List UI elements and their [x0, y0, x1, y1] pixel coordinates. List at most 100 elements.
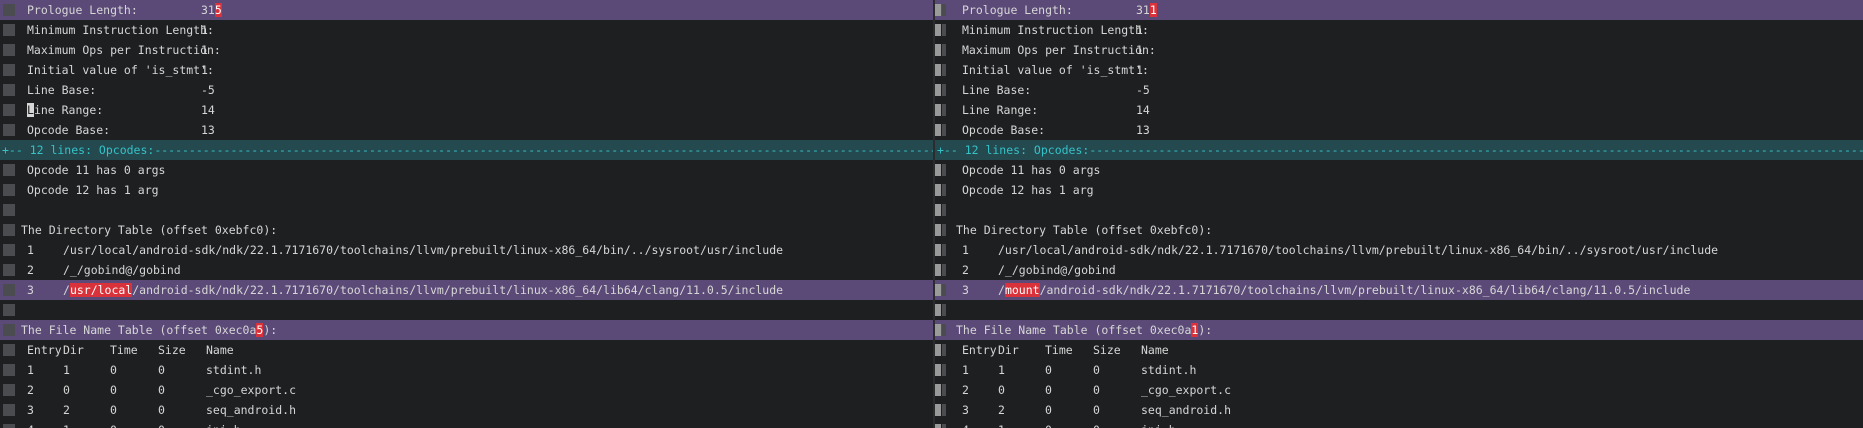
file-table-row[interactable]: 2 0 0 0 _cgo_export.c: [935, 380, 1863, 400]
right-pane[interactable]: Prologue Length: 311 Minimum Instruction L…: [935, 0, 1863, 428]
directory-entry[interactable]: 3/mount/android-sdk/ndk/22.1.7171670/too…: [935, 280, 1863, 300]
fold-gutter-icon[interactable]: [3, 304, 15, 316]
fold-gutter-icon[interactable]: [3, 24, 15, 36]
opcode-line[interactable]: Opcode 11 has 0 args: [0, 160, 933, 180]
file-table-header[interactable]: Entry Dir Time Size Name: [935, 340, 1863, 360]
file-table-row[interactable]: 1 1 0 0 stdint.h: [0, 360, 933, 380]
header-line[interactable]: Minimum Instruction Length: 1: [935, 20, 1863, 40]
opcode-text: Opcode 12 has 1 arg: [962, 183, 1094, 197]
header-line[interactable]: Line Range: 14: [0, 100, 933, 120]
header-line[interactable]: Line Base: -5: [935, 80, 1863, 100]
directory-entry[interactable]: 1/usr/local/android-sdk/ndk/22.1.7171670…: [935, 240, 1863, 260]
directory-entry[interactable]: 2 /_/gobind@/gobind: [935, 260, 1863, 280]
fold-gutter-icon[interactable]: [935, 344, 946, 356]
header-line[interactable]: Line Base: -5: [0, 80, 933, 100]
fold-gutter-icon[interactable]: [935, 364, 946, 376]
fold-gutter-icon[interactable]: [935, 104, 946, 116]
directory-index: 1: [962, 243, 969, 257]
header-line[interactable]: Prologue Length: 315: [0, 0, 933, 20]
fold-marker[interactable]: +-- 12 lines: Opcodes:------------------…: [0, 140, 933, 160]
header-value-text: -5: [201, 83, 215, 97]
opcode-line[interactable]: Opcode 12 has 1 arg: [935, 180, 1863, 200]
fold-gutter-icon[interactable]: [935, 4, 946, 16]
header-line[interactable]: Initial value of 'is_stmt': 1: [935, 60, 1863, 80]
fold-gutter-icon[interactable]: [935, 224, 946, 236]
fold-gutter-icon[interactable]: [3, 404, 15, 416]
directory-table-title[interactable]: The Directory Table (offset 0xebfc0):: [935, 220, 1863, 240]
file-size: 0: [1093, 403, 1100, 417]
fold-gutter-icon[interactable]: [935, 304, 946, 316]
header-line[interactable]: Opcode Base: 13: [0, 120, 933, 140]
fold-gutter-icon[interactable]: [935, 384, 946, 396]
file-table-header[interactable]: Entry Dir Time Size Name: [0, 340, 933, 360]
blank-line[interactable]: [935, 300, 1863, 320]
fold-gutter-icon[interactable]: [3, 284, 15, 296]
file-table-title[interactable]: The File Name Table (offset 0xec0a1):: [935, 320, 1863, 340]
file-table-row[interactable]: 4 1 0 0 jni.h: [0, 420, 933, 428]
fold-gutter-icon[interactable]: [935, 44, 946, 56]
directory-entry[interactable]: 2 /_/gobind@/gobind: [0, 260, 933, 280]
file-time: 0: [110, 420, 117, 428]
fold-gutter-icon[interactable]: [935, 404, 946, 416]
fold-gutter-icon[interactable]: [935, 164, 946, 176]
header-label-text: Opcode Base:: [27, 123, 111, 137]
fold-gutter-icon[interactable]: [935, 84, 946, 96]
directory-entry[interactable]: 1/usr/local/android-sdk/ndk/22.1.7171670…: [0, 240, 933, 260]
fold-gutter-icon[interactable]: [3, 4, 15, 16]
fold-gutter-icon[interactable]: [935, 244, 946, 256]
fold-gutter-icon[interactable]: [935, 64, 946, 76]
file-dir: 0: [998, 383, 1005, 397]
fold-gutter-icon[interactable]: [3, 344, 15, 356]
file-table-row[interactable]: 3 2 0 0 seq_android.h: [935, 400, 1863, 420]
header-value-text: 1: [201, 43, 208, 57]
file-table-title[interactable]: The File Name Table (offset 0xec0a5):: [0, 320, 933, 340]
header-line[interactable]: Line Range: 14: [935, 100, 1863, 120]
directory-table-title[interactable]: The Directory Table (offset 0xebfc0):: [0, 220, 933, 240]
header-line[interactable]: Maximum Ops per Instruction: 1: [935, 40, 1863, 60]
directory-table-title-text: The Directory Table (offset 0xebfc0):: [21, 223, 278, 237]
header-line[interactable]: Prologue Length: 311: [935, 0, 1863, 20]
fold-gutter-icon[interactable]: [3, 164, 15, 176]
fold-gutter-icon[interactable]: [3, 104, 15, 116]
fold-gutter-icon[interactable]: [3, 224, 15, 236]
fold-gutter-icon[interactable]: [935, 184, 946, 196]
left-pane[interactable]: Prologue Length: 315 Minimum Instruction L…: [0, 0, 933, 428]
fold-gutter-icon[interactable]: [935, 204, 946, 216]
directory-entry[interactable]: 3/usr/local/android-sdk/ndk/22.1.7171670…: [0, 280, 933, 300]
fold-gutter-icon[interactable]: [935, 424, 946, 428]
fold-gutter-icon[interactable]: [3, 124, 15, 136]
blank-line[interactable]: [0, 200, 933, 220]
fold-gutter-icon[interactable]: [935, 284, 946, 296]
fold-gutter-icon[interactable]: [3, 244, 15, 256]
blank-line[interactable]: [0, 300, 933, 320]
fold-gutter-icon[interactable]: [3, 204, 15, 216]
fold-gutter-icon[interactable]: [3, 364, 15, 376]
header-line[interactable]: Minimum Instruction Length: 1: [0, 20, 933, 40]
fold-gutter-icon[interactable]: [935, 124, 946, 136]
fold-gutter-icon[interactable]: [3, 44, 15, 56]
fold-gutter-icon[interactable]: [935, 264, 946, 276]
file-table-row[interactable]: 3 2 0 0 seq_android.h: [0, 400, 933, 420]
fold-gutter-icon[interactable]: [3, 384, 15, 396]
fold-gutter-icon[interactable]: [3, 264, 15, 276]
blank-line[interactable]: [935, 200, 1863, 220]
fold-gutter-icon[interactable]: [3, 424, 15, 428]
header-label-text: Line Base:: [27, 83, 97, 97]
fold-gutter-icon[interactable]: [3, 84, 15, 96]
header-line[interactable]: Maximum Ops per Instruction: 1: [0, 40, 933, 60]
opcode-line[interactable]: Opcode 12 has 1 arg: [0, 180, 933, 200]
fold-gutter-icon[interactable]: [935, 24, 946, 36]
file-time: 0: [1045, 403, 1052, 417]
fold-gutter-icon[interactable]: [3, 184, 15, 196]
opcode-line[interactable]: Opcode 11 has 0 args: [935, 160, 1863, 180]
file-table-row[interactable]: 2 0 0 0 _cgo_export.c: [0, 380, 933, 400]
file-table-row[interactable]: 1 1 0 0 stdint.h: [935, 360, 1863, 380]
header-line[interactable]: Opcode Base: 13: [935, 120, 1863, 140]
fold-gutter-icon[interactable]: [3, 64, 15, 76]
directory-path: /usr/local/android-sdk/ndk/22.1.7171670/…: [63, 280, 783, 300]
fold-gutter-icon[interactable]: [935, 324, 946, 336]
fold-marker[interactable]: +-- 12 lines: Opcodes:------------------…: [935, 140, 1863, 160]
fold-gutter-icon[interactable]: [3, 324, 15, 336]
header-line[interactable]: Initial value of 'is_stmt': 1: [0, 60, 933, 80]
file-table-row[interactable]: 4 1 0 0 jni.h: [935, 420, 1863, 428]
